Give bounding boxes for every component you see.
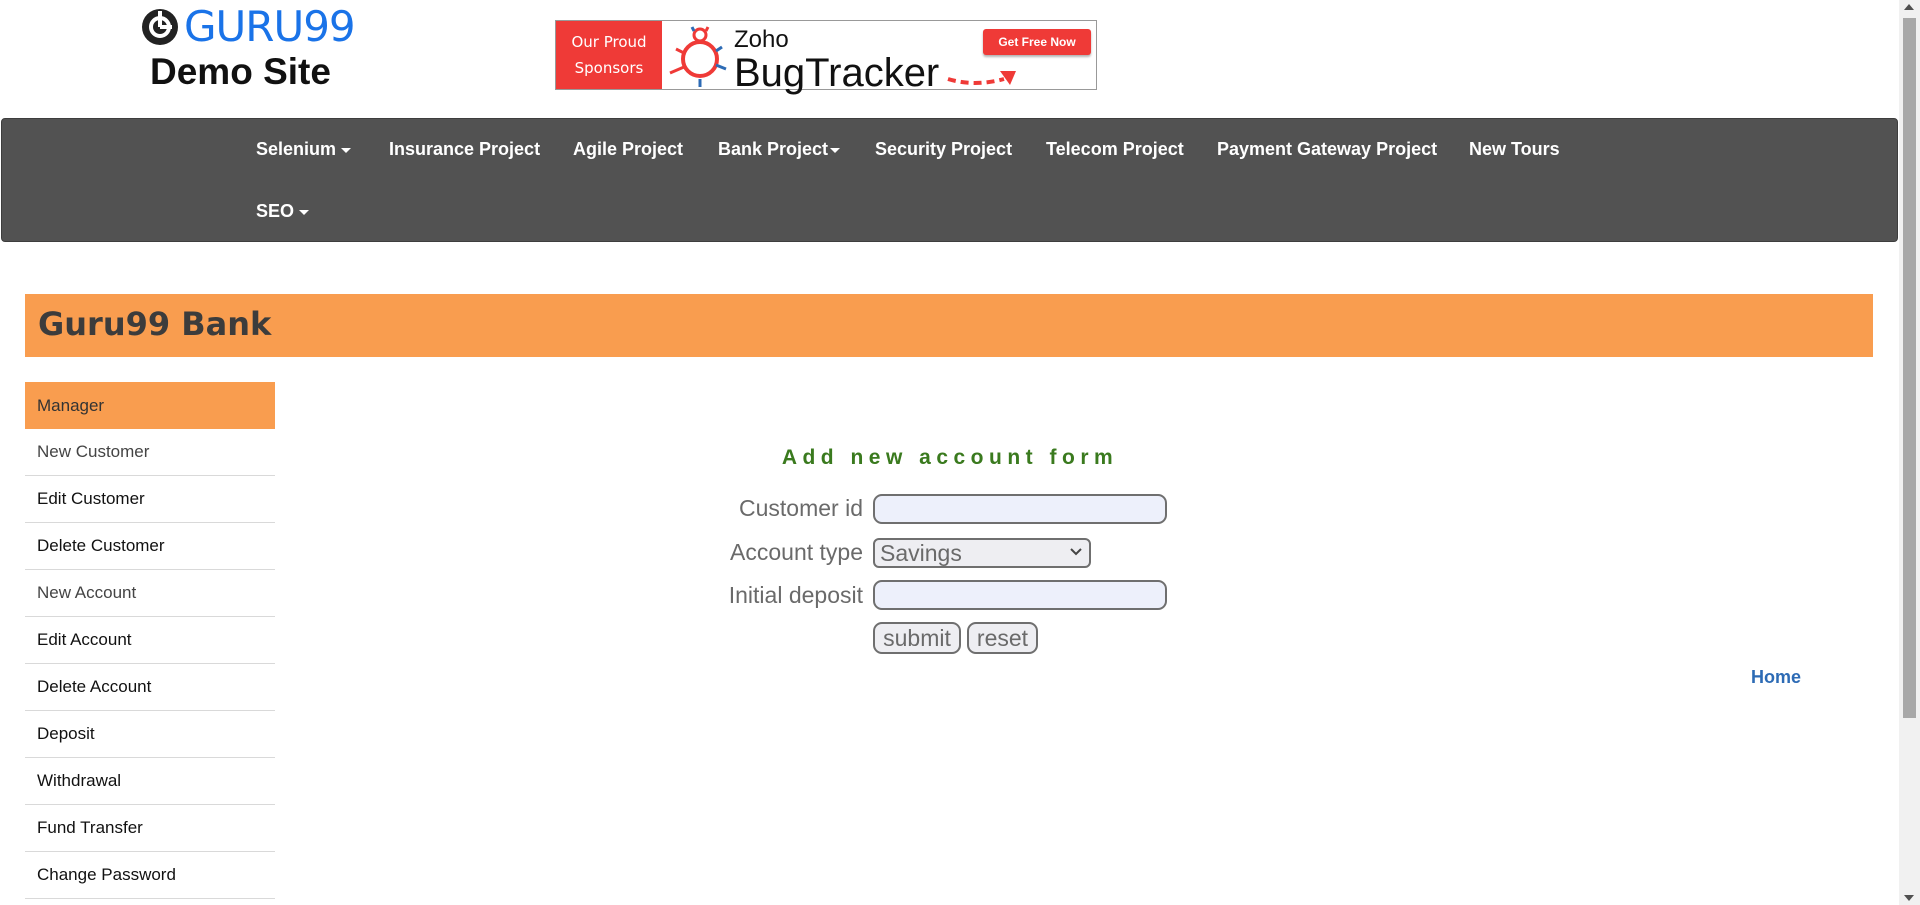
account-type-value: Savings xyxy=(880,540,962,566)
sidebar-item-manager[interactable]: Manager xyxy=(25,382,275,429)
initial-deposit-label: Initial deposit xyxy=(728,582,863,608)
sponsor-product: BugTracker xyxy=(734,51,940,95)
customer-id-input[interactable] xyxy=(873,494,1167,524)
nav-telecom-project[interactable]: Telecom Project xyxy=(1046,139,1184,160)
sponsor-label: Our Proud Sponsors xyxy=(556,21,662,89)
dashed-arrow-icon xyxy=(947,71,1016,85)
get-free-now-button[interactable]: Get Free Now xyxy=(983,29,1091,55)
sidebar-item-change-password[interactable]: Change Password xyxy=(25,852,275,899)
customer-id-label: Customer id xyxy=(739,495,863,521)
guru99-logo-icon xyxy=(142,9,178,45)
chevron-down-icon xyxy=(830,147,841,153)
chevron-down-icon xyxy=(341,147,352,153)
nav-security-project[interactable]: Security Project xyxy=(875,139,1012,160)
nav-new-tours[interactable]: New Tours xyxy=(1469,139,1560,160)
nav-bank-project[interactable]: Bank Project xyxy=(718,139,841,160)
home-link[interactable]: Home xyxy=(1751,667,1801,688)
scroll-up-icon[interactable] xyxy=(1904,4,1914,10)
nav-agile-project[interactable]: Agile Project xyxy=(573,139,683,160)
sidebar-item-delete-account[interactable]: Delete Account xyxy=(25,664,275,711)
site-logo[interactable]: GURU99 Demo Site xyxy=(140,4,360,96)
sidebar-item-new-customer[interactable]: New Customer xyxy=(25,429,275,476)
chevron-down-icon xyxy=(299,209,310,215)
nav-payment-gateway-project[interactable]: Payment Gateway Project xyxy=(1217,139,1437,160)
chevron-down-icon xyxy=(1070,548,1082,556)
vertical-scrollbar[interactable] xyxy=(1899,0,1920,905)
logo-subtitle: Demo Site xyxy=(150,51,331,92)
sidebar-item-edit-account[interactable]: Edit Account xyxy=(25,617,275,664)
logo-wordmark: GURU99 xyxy=(184,2,356,51)
bank-header: Guru99 Bank xyxy=(25,294,1873,357)
bank-title: Guru99 Bank xyxy=(38,305,272,343)
reset-button[interactable]: reset xyxy=(967,622,1038,654)
sponsor-line-1: Our Proud xyxy=(571,33,647,51)
nav-selenium[interactable]: Selenium xyxy=(256,139,352,160)
sponsor-banner[interactable]: Our Proud Sponsors Zoho BugTracker Get F… xyxy=(555,20,1097,95)
form-title: Add new account form xyxy=(781,446,1119,469)
sidebar-item-fund-transfer[interactable]: Fund Transfer xyxy=(25,805,275,852)
sponsor-brand: Zoho xyxy=(734,26,789,53)
sidebar-menu: Manager New Customer Edit Customer Delet… xyxy=(25,382,275,899)
account-type-label: Account type xyxy=(730,539,863,565)
sidebar-item-delete-customer[interactable]: Delete Customer xyxy=(25,523,275,570)
sidebar-item-withdrawal[interactable]: Withdrawal xyxy=(25,758,275,805)
sidebar-item-deposit[interactable]: Deposit xyxy=(25,711,275,758)
scroll-down-icon[interactable] xyxy=(1904,895,1914,901)
nav-seo[interactable]: SEO xyxy=(256,201,310,222)
account-type-select[interactable]: Savings xyxy=(873,538,1091,568)
bug-icon xyxy=(669,26,727,87)
sponsor-line-2: Sponsors xyxy=(574,59,644,77)
initial-deposit-input[interactable] xyxy=(873,580,1167,610)
sidebar-item-edit-customer[interactable]: Edit Customer xyxy=(25,476,275,523)
scrollbar-thumb[interactable] xyxy=(1903,18,1916,718)
nav-insurance-project[interactable]: Insurance Project xyxy=(389,139,540,160)
main-navbar: Selenium Insurance Project Agile Project… xyxy=(1,118,1898,242)
sidebar-item-new-account[interactable]: New Account xyxy=(25,570,275,617)
submit-button[interactable]: submit xyxy=(873,622,961,654)
